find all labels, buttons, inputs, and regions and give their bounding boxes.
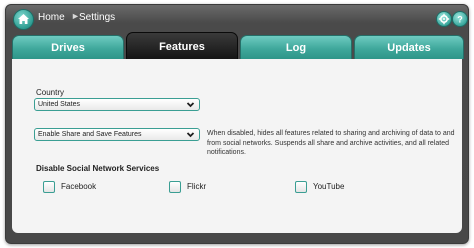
facebook-label: Facebook	[61, 182, 97, 191]
share-save-select[interactable]: Enable Share and Save Features	[34, 128, 200, 141]
flickr-label: Flickr	[187, 182, 207, 191]
tab-updates[interactable]: Updates	[354, 35, 464, 59]
chevron-down-icon	[186, 132, 195, 138]
social-services-title: Disable Social Network Services	[36, 164, 160, 173]
youtube-label: YouTube	[313, 182, 345, 191]
country-label: Country	[36, 88, 65, 97]
gear-icon	[438, 13, 450, 25]
help-button[interactable]: ?	[452, 11, 468, 27]
features-panel: Country United States Enable Share and S…	[12, 59, 462, 233]
chevron-down-icon	[186, 102, 195, 108]
app-window: Home ► Settings ? Drives Features Log Up…	[5, 4, 469, 244]
share-save-value: Enable Share and Save Features	[38, 131, 142, 138]
breadcrumb-current: Settings	[79, 12, 116, 23]
tab-log[interactable]: Log	[240, 35, 352, 59]
flickr-checkbox[interactable]	[169, 181, 181, 193]
tab-features[interactable]: Features	[126, 32, 238, 59]
home-icon	[18, 14, 29, 24]
share-save-help-text: When disabled, hides all features relate…	[207, 130, 455, 156]
top-bar: Home ► Settings ?	[6, 5, 468, 32]
home-button[interactable]	[13, 9, 34, 30]
tab-drives[interactable]: Drives	[12, 35, 124, 59]
settings-button[interactable]	[436, 11, 452, 27]
facebook-checkbox[interactable]	[43, 181, 55, 193]
youtube-checkbox[interactable]	[295, 181, 307, 193]
country-select[interactable]: United States	[34, 98, 200, 111]
breadcrumb-home[interactable]: Home	[38, 12, 65, 23]
tab-bar: Drives Features Log Updates	[12, 32, 464, 59]
country-value: United States	[38, 101, 81, 108]
help-icon: ?	[457, 15, 463, 25]
svg-text:?: ?	[457, 15, 463, 25]
